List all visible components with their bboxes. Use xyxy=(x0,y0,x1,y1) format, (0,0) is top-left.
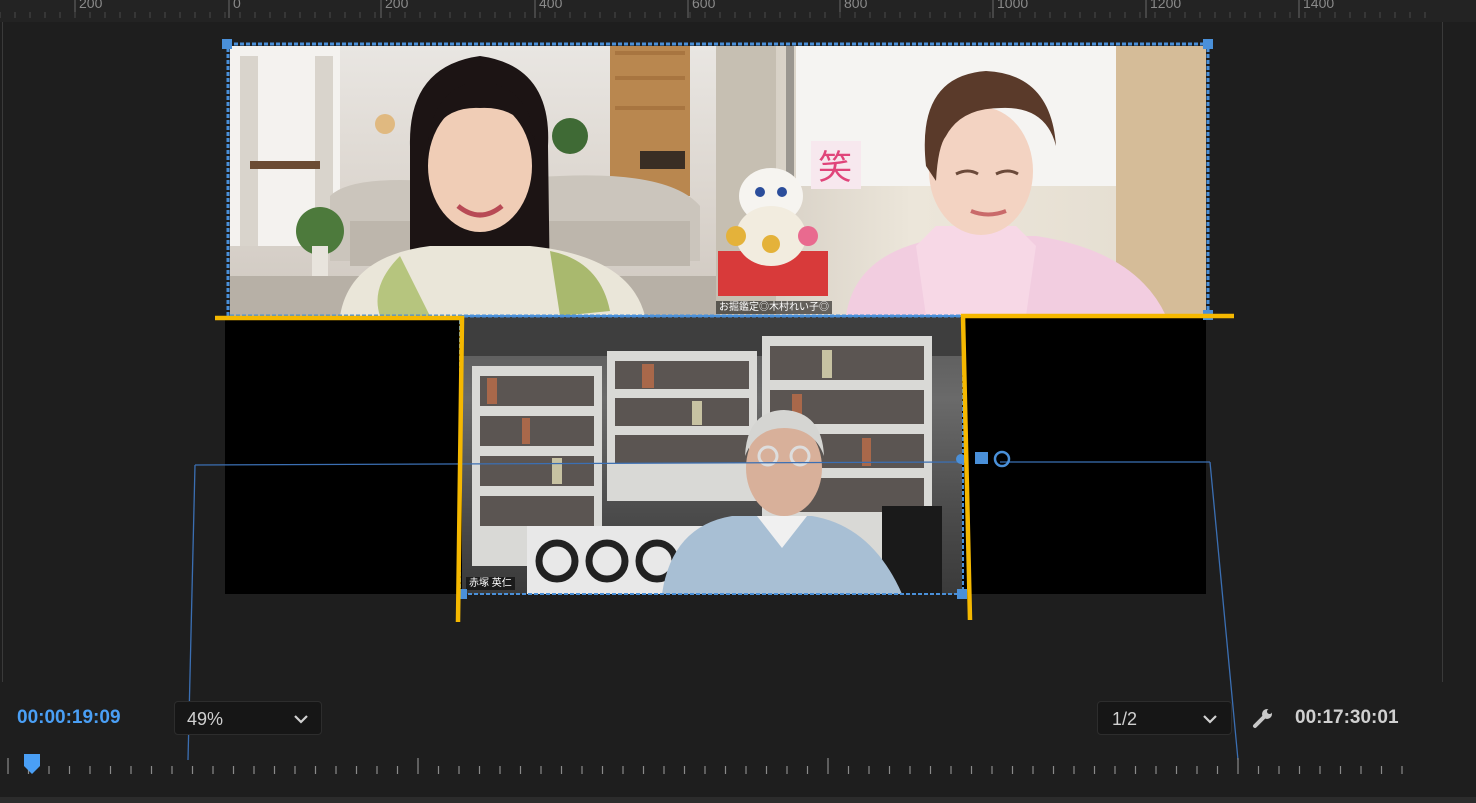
overlay-guides xyxy=(187,39,1239,761)
selection-outline-top[interactable] xyxy=(226,42,1210,318)
resize-handle-top-left[interactable] xyxy=(222,39,232,49)
chevron-down-icon xyxy=(294,715,308,724)
total-duration: 00:17:30:01 xyxy=(1295,707,1399,728)
playback-resolution-value: 1/2 xyxy=(1112,709,1138,729)
chevron-down-icon xyxy=(1203,715,1217,724)
playhead-marker-icon[interactable] xyxy=(22,752,42,778)
timeline-scrubber[interactable] xyxy=(0,748,1476,788)
bottom-scrollbar[interactable] xyxy=(0,797,1476,803)
anchor-point-handle[interactable] xyxy=(975,452,988,464)
rotation-handle-icon[interactable] xyxy=(993,450,1011,468)
crop-guide-right xyxy=(960,313,1234,621)
zoom-level-dropdown[interactable]: 49% xyxy=(174,701,322,735)
zoom-level-value: 49% xyxy=(187,709,224,729)
resize-handle-bottom-right[interactable] xyxy=(957,589,967,599)
crop-guide-left xyxy=(215,315,465,623)
selection-outline-bottom[interactable] xyxy=(459,315,964,595)
resize-handle-top-right[interactable] xyxy=(1203,39,1213,49)
wrench-icon[interactable] xyxy=(1251,706,1275,730)
playback-resolution-dropdown[interactable]: 1/2 xyxy=(1097,701,1232,735)
current-timecode[interactable]: 00:00:19:09 xyxy=(17,707,121,729)
